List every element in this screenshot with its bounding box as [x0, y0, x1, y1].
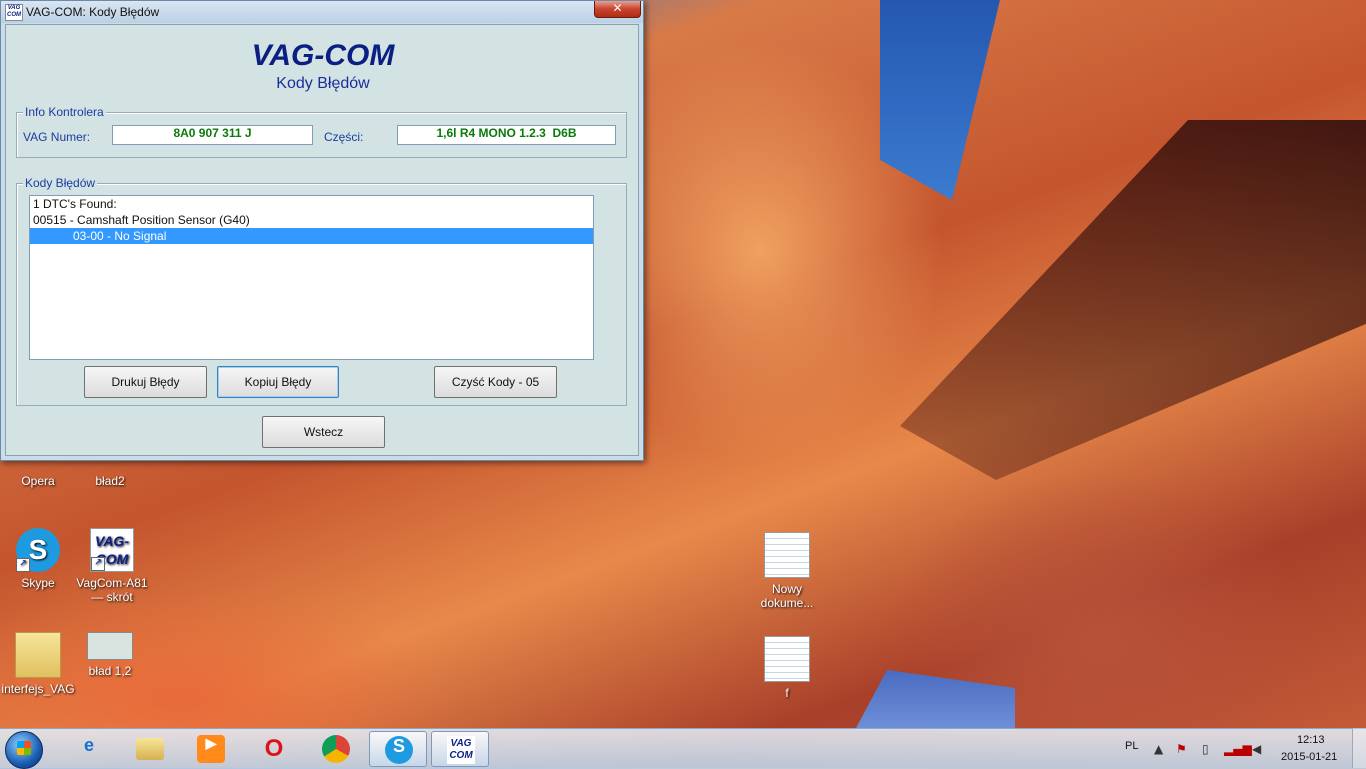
desktop-icon-vagcom-shortcut[interactable]: VAG- COM ↗ VagCom-A81 — skrót — [74, 528, 150, 604]
vag-number-label: VAG Numer: — [23, 130, 91, 144]
fault-codes-legend: Kody Błędów — [23, 176, 98, 190]
start-button[interactable] — [5, 731, 43, 769]
vagcom-icon: VAG COM — [447, 736, 475, 764]
skype-icon: S ↗ — [16, 528, 60, 572]
list-item-selected[interactable]: 03-00 - No Signal — [30, 228, 593, 244]
list-item[interactable]: 00515 - Camshaft Position Sensor (G40) — [30, 212, 593, 228]
image-icon — [87, 632, 133, 660]
desktop-icon-label: f — [785, 686, 789, 700]
controller-info-legend: Info Kontrolera — [23, 105, 106, 119]
document-icon — [764, 636, 810, 682]
media-player-icon: ▶ — [197, 735, 225, 763]
explorer-icon — [136, 738, 164, 760]
wallpaper-sky — [880, 0, 1000, 200]
network-icon[interactable]: ▂▄▆ — [1224, 742, 1252, 756]
volume-icon[interactable]: ◀ — [1252, 742, 1261, 756]
desktop-icon-blad12[interactable]: bład 1,2 — [72, 632, 148, 678]
shortcut-arrow-icon: ↗ — [16, 558, 30, 572]
desktop-icon-label: interfejs_VAG — [1, 682, 75, 696]
taskbar-media-player[interactable]: ▶ — [182, 731, 240, 767]
show-desktop-button[interactable] — [1352, 728, 1366, 768]
shortcut-arrow-icon: ↗ — [91, 557, 105, 571]
taskbar-chrome[interactable] — [307, 731, 365, 767]
fault-codes-list[interactable]: 1 DTC's Found: 00515 - Camshaft Position… — [29, 195, 594, 360]
ie-icon: e — [83, 735, 94, 755]
clock-date[interactable]: 2015-01-21 — [1281, 751, 1337, 763]
desktop-icon-skype[interactable]: S ↗ Skype — [0, 528, 76, 590]
taskbar-opera[interactable]: O — [245, 731, 303, 767]
clock-time[interactable]: 12:13 — [1297, 734, 1325, 746]
desktop-icon-label: bład2 — [95, 474, 125, 488]
wallpaper-sky-reflection — [855, 670, 1015, 730]
battery-icon[interactable]: ▯ — [1202, 742, 1209, 756]
windows-logo-icon — [17, 741, 31, 755]
close-button[interactable]: ✕ — [594, 1, 641, 18]
list-item[interactable]: 1 DTC's Found: — [30, 196, 593, 212]
vagcom-icon: VAG- COM ↗ — [90, 528, 134, 572]
desktop-icon-label: VagCom-A81 — skrót — [76, 576, 148, 604]
skype-icon: S — [385, 736, 413, 764]
taskbar-skype[interactable]: S — [369, 731, 427, 767]
wallpaper-shadow — [900, 120, 1366, 480]
vagcom-app-icon: VAG COM — [5, 4, 23, 21]
title-bar[interactable]: VAG COM VAG-COM: Kody Błędów ✕ — [1, 1, 643, 23]
parts-label: Części: — [324, 130, 364, 144]
folder-icon — [15, 632, 61, 678]
window-title: VAG-COM: Kody Błędów — [26, 5, 160, 19]
taskbar-ie[interactable]: e — [60, 731, 118, 767]
desktop-icon-interfejs-vag[interactable]: interfejs_VAG — [0, 632, 76, 696]
desktop-icon-label: Opera — [21, 474, 55, 488]
vagcom-fault-codes-window: VAG COM VAG-COM: Kody Błędów ✕ VAG-COM K… — [0, 0, 644, 461]
vag-number-field[interactable]: 8A0 907 311 J — [112, 125, 313, 145]
vagcom-logo: VAG-COM — [251, 39, 395, 72]
dialog-client-area: VAG-COM Kody Błędów Info Kontrolera VAG … — [5, 24, 639, 456]
back-button[interactable]: Wstecz — [262, 416, 385, 448]
parts-field[interactable]: 1,6l R4 MONO 1.2.3 D6B — [397, 125, 616, 145]
desktop-icon-nowy-dokument[interactable]: Nowy dokume... — [749, 532, 825, 610]
clear-codes-button[interactable]: Czyść Kody - 05 — [434, 366, 557, 398]
desktop-icon-label: Nowy dokume... — [760, 582, 814, 610]
opera-icon: O — [264, 735, 284, 762]
action-center-icon[interactable]: ⚑ — [1176, 742, 1187, 756]
copy-faults-button[interactable]: Kopiuj Błędy — [217, 366, 339, 398]
taskbar-vagcom[interactable]: VAG COM — [431, 731, 489, 767]
desktop-icon-f[interactable]: f — [749, 636, 825, 700]
desktop-icon-label: bład 1,2 — [88, 664, 132, 678]
language-indicator[interactable]: PL — [1125, 740, 1138, 752]
chrome-icon — [322, 735, 350, 763]
document-icon — [764, 532, 810, 578]
show-hidden-icons-icon[interactable]: ▲ — [1154, 742, 1163, 756]
page-subtitle: Kody Błędów — [276, 75, 370, 92]
taskbar-explorer[interactable] — [121, 731, 179, 767]
desktop-icon-label: Skype — [21, 576, 55, 590]
print-faults-button[interactable]: Drukuj Błędy — [84, 366, 207, 398]
